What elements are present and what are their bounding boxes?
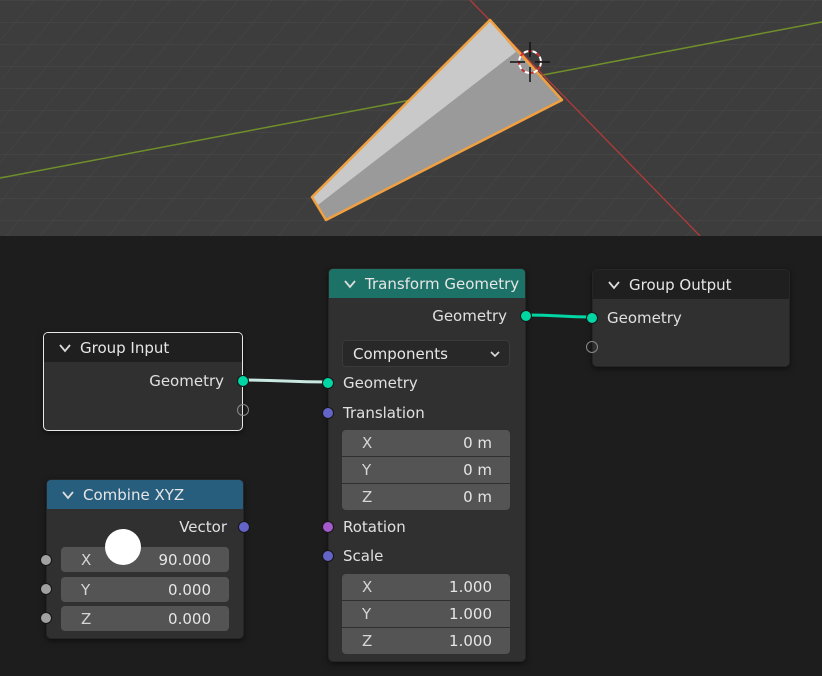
scale-z-field[interactable]: Z 1.000 [342, 628, 510, 654]
combine-xyz-node[interactable]: Combine XYZ Vector X 90.000 Y 0.000 Z 0.… [40, 479, 250, 639]
3d-viewport[interactable] [0, 0, 822, 236]
geometry-input-socket[interactable] [322, 377, 334, 389]
input-label-geometry: Geometry [607, 309, 682, 327]
transform-geometry-node[interactable]: Transform Geometry Geometry Components G… [322, 268, 532, 662]
link-transform-to-group-output[interactable] [525, 313, 593, 319]
group-output-header[interactable]: Group Output [593, 270, 789, 299]
geometry-input-socket[interactable] [586, 312, 598, 324]
node-title: Combine XYZ [83, 485, 185, 504]
node-editor[interactable]: Group Input Geometry Combine XYZ Vector … [0, 236, 822, 676]
vector-output-socket[interactable] [238, 521, 250, 533]
node-title: Group Output [629, 275, 732, 294]
y-input-socket[interactable] [40, 583, 52, 595]
x-input-socket[interactable] [40, 554, 52, 566]
group-input-node[interactable]: Group Input Geometry [43, 332, 249, 431]
mode-dropdown[interactable]: Components [342, 340, 510, 367]
x-input-field[interactable]: X 90.000 [61, 547, 229, 572]
viewport-scene [0, 0, 822, 236]
chevron-down-icon[interactable] [61, 488, 75, 502]
scale-y-field[interactable]: Y 1.000 [342, 601, 510, 627]
chevron-down-icon[interactable] [58, 341, 72, 355]
translation-z-field[interactable]: Z 0 m [342, 484, 510, 510]
chevron-down-icon[interactable] [607, 278, 621, 292]
geometry-output-socket[interactable] [237, 375, 249, 387]
group-input-header[interactable]: Group Input [44, 333, 242, 362]
chevron-down-icon[interactable] [343, 277, 357, 291]
z-input-field[interactable]: Z 0.000 [61, 606, 229, 631]
scale-input-socket[interactable] [322, 550, 334, 562]
combine-xyz-header[interactable]: Combine XYZ [47, 480, 243, 509]
input-label-scale: Scale [343, 547, 384, 565]
group-output-node[interactable]: Group Output Geometry [586, 269, 790, 367]
input-label-translation: Translation [343, 404, 425, 422]
touch-cursor-indicator [105, 529, 141, 565]
input-label-rotation: Rotation [343, 518, 406, 536]
y-input-field[interactable]: Y 0.000 [61, 577, 229, 602]
geometry-output-socket[interactable] [520, 310, 532, 322]
link-group-input-to-transform[interactable] [241, 378, 329, 384]
translation-input-socket[interactable] [322, 407, 334, 419]
node-title: Group Input [80, 338, 170, 357]
transform-geometry-header[interactable]: Transform Geometry [329, 269, 525, 298]
node-title: Transform Geometry [365, 274, 520, 293]
output-label-geometry: Geometry [149, 372, 224, 390]
empty-input-socket[interactable] [586, 341, 598, 353]
z-input-socket[interactable] [40, 612, 52, 624]
empty-output-socket[interactable] [237, 404, 249, 416]
output-label-geometry: Geometry [432, 307, 507, 325]
chevron-down-icon [490, 350, 500, 357]
rotation-input-socket[interactable] [322, 521, 334, 533]
output-label-vector: Vector [179, 518, 227, 536]
translation-y-field[interactable]: Y 0 m [342, 457, 510, 483]
input-label-geometry: Geometry [343, 374, 418, 392]
translation-x-field[interactable]: X 0 m [342, 430, 510, 456]
scale-x-field[interactable]: X 1.000 [342, 574, 510, 600]
